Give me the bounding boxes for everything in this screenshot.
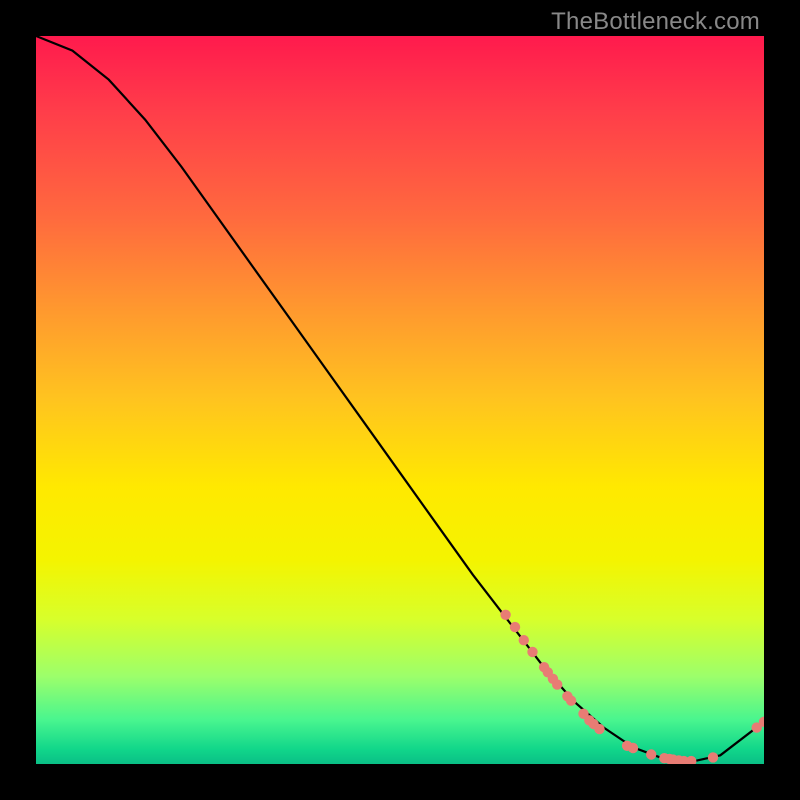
chart-frame: TheBottleneck.com bbox=[0, 0, 800, 800]
plot-area bbox=[36, 36, 764, 764]
watermark-text: TheBottleneck.com bbox=[551, 8, 760, 36]
